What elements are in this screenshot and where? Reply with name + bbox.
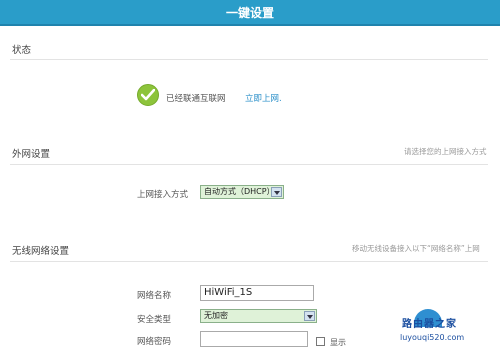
- page-title: 一键设置: [225, 6, 274, 20]
- security-type-select[interactable]: 无加密: [200, 309, 317, 323]
- go-online-link[interactable]: 立即上网.: [245, 92, 282, 104]
- watermark-title: 路由器之家: [402, 319, 457, 330]
- wan-mode-select[interactable]: 自动方式（DHCP）: [200, 185, 284, 199]
- wan-mode-label: 上网接入方式: [137, 190, 189, 200]
- section-title-wan: 外网设置: [12, 149, 51, 160]
- security-type-label: 安全类型: [137, 315, 172, 325]
- password-label: 网络密码: [137, 337, 172, 347]
- ssid-input[interactable]: HiWiFi_1S: [200, 285, 314, 301]
- watermark-logo: 路由器之家 luyouqi520.com: [388, 309, 492, 347]
- chevron-down-icon: [304, 311, 315, 321]
- ssid-label: 网络名称: [137, 291, 172, 301]
- show-password-label: 显示: [330, 338, 346, 347]
- chevron-down-icon: [271, 187, 282, 197]
- divider: [10, 164, 488, 165]
- section-title-status: 状态: [12, 45, 32, 56]
- wan-mode-value: 自动方式（DHCP）: [204, 187, 275, 196]
- success-check-icon: [137, 84, 159, 106]
- password-input[interactable]: [200, 331, 308, 347]
- show-password-checkbox[interactable]: [316, 337, 325, 346]
- section-title-wifi: 无线网络设置: [12, 246, 70, 257]
- header-bar: 一键设置: [0, 0, 500, 26]
- security-type-value: 无加密: [204, 311, 228, 320]
- wan-hint: 请选择您的上网接入方式: [404, 147, 487, 156]
- divider: [10, 261, 488, 262]
- divider: [10, 59, 488, 60]
- wifi-hint: 移动无线设备接入以下“网络名称”上网: [352, 244, 480, 253]
- connection-status-text: 已经联通互联网: [166, 94, 226, 104]
- watermark-url: luyouqi520.com: [400, 333, 465, 342]
